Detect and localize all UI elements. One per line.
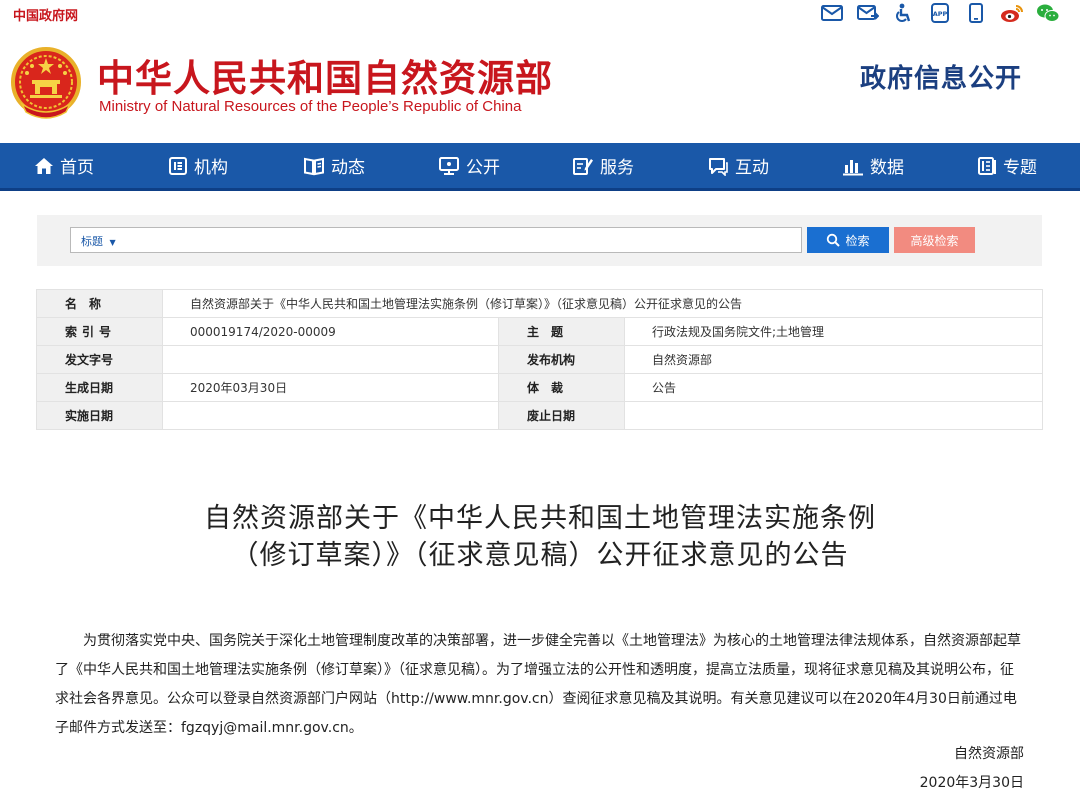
site-header: 中华人民共和国自然资源部 Ministry of Natural Resourc… xyxy=(0,28,1080,142)
app-icon[interactable]: APP xyxy=(928,2,952,24)
chart-icon xyxy=(843,159,863,175)
nav-item-interact[interactable]: 互动 xyxy=(707,143,769,188)
search-input[interactable]: 标题 ▼ xyxy=(70,227,802,253)
article-title: 自然资源部关于《中华人民共和国土地管理法实施条例（修订草案）》（征求意见稿）公开… xyxy=(204,503,876,571)
meta-label-date: 生成日期 xyxy=(36,373,163,402)
topic-icon xyxy=(978,156,996,175)
book-icon xyxy=(304,157,324,175)
meta-label-issuer: 发布机构 xyxy=(498,345,625,374)
search-field-select[interactable]: 标题 ▼ xyxy=(81,233,116,249)
search-field-label: 标题 xyxy=(81,235,103,248)
mail-icon[interactable] xyxy=(820,2,844,24)
mail-send-icon[interactable] xyxy=(856,2,880,24)
nav-item-org[interactable]: 机构 xyxy=(168,143,228,188)
nav-item-label: 公开 xyxy=(466,158,500,178)
advanced-search-label: 高级检索 xyxy=(910,233,959,248)
nav-item-label: 机构 xyxy=(194,158,228,178)
article-body: 为贯彻落实党中央、国务院关于深化土地管理制度改革的决策部署，进一步健全完善以《土… xyxy=(55,633,1021,736)
nav-item-news[interactable]: 动态 xyxy=(303,143,365,188)
org-icon xyxy=(169,156,187,175)
table-row: 索引号 000019174/2020-00009 主 题 行政法规及国务院文件;… xyxy=(36,317,1044,346)
table-row: 实施日期 废止日期 xyxy=(36,401,1044,430)
nav-item-label: 首页 xyxy=(60,158,94,178)
table-row: 名 称 自然资源部关于《中华人民共和国土地管理法实施条例（修订草案）》（征求意见… xyxy=(36,289,1044,318)
search-icon xyxy=(827,233,841,247)
site-title-cn: 中华人民共和国自然资源部 xyxy=(97,57,553,100)
top-bar: 中国政府网 APP xyxy=(0,0,1080,26)
wechat-icon[interactable] xyxy=(1036,2,1060,24)
meta-value-expiry xyxy=(623,401,1044,430)
app-icon-text: APP xyxy=(933,10,948,18)
utility-icons: APP xyxy=(820,2,1060,24)
meta-value-docno xyxy=(162,345,499,374)
table-row: 生成日期 2020年03月30日 体 裁 公告 xyxy=(36,373,1044,402)
nav-item-data[interactable]: 数据 xyxy=(842,143,904,188)
meta-value-topic: 行政法规及国务院文件;土地管理 xyxy=(623,317,1044,346)
meta-label-name: 名 称 xyxy=(36,289,163,318)
gov-portal-link[interactable]: 中国政府网 xyxy=(13,5,78,24)
meta-value-name: 自然资源部关于《中华人民共和国土地管理法实施条例（修订草案）》（征求意见稿）公开… xyxy=(161,289,1044,318)
main-nav: 首页 机构 动态 公开 服务 互动 数据 专题 xyxy=(0,143,1080,191)
meta-value-genre: 公告 xyxy=(623,373,1044,402)
meta-value-date: 2020年03月30日 xyxy=(162,373,499,402)
meta-label-topic: 主 题 xyxy=(498,317,625,346)
nav-item-topic[interactable]: 专题 xyxy=(977,143,1037,188)
nav-item-label: 服务 xyxy=(600,158,634,178)
meta-label-genre: 体 裁 xyxy=(498,373,625,402)
meta-value-index: 000019174/2020-00009 xyxy=(162,317,499,346)
signature-org: 自然资源部 xyxy=(954,746,1024,762)
caret-down-icon: ▼ xyxy=(109,238,116,247)
signature-date: 2020年3月30日 xyxy=(919,775,1024,791)
search-button[interactable]: 检索 xyxy=(807,227,889,253)
national-emblem-icon xyxy=(10,46,82,122)
nav-item-home[interactable]: 首页 xyxy=(34,143,94,188)
meta-value-issuer: 自然资源部 xyxy=(623,345,1044,374)
document-metadata-table: 名 称 自然资源部关于《中华人民共和国土地管理法实施条例（修订草案）》（征求意见… xyxy=(36,289,1044,430)
meta-label-docno: 发文字号 xyxy=(36,345,163,374)
search-bar: 标题 ▼ 检索 高级检索 xyxy=(37,215,1042,266)
nav-item-label: 数据 xyxy=(870,158,904,178)
meta-label-index: 索引号 xyxy=(36,317,163,346)
weibo-icon[interactable] xyxy=(1000,2,1024,24)
site-title-en: Ministry of Natural Resources of the Peo… xyxy=(99,98,522,115)
nav-item-label: 互动 xyxy=(735,158,769,178)
accessibility-icon[interactable] xyxy=(892,2,916,24)
meta-value-effective xyxy=(162,401,499,430)
mobile-icon[interactable] xyxy=(964,2,988,24)
monitor-icon xyxy=(439,156,459,175)
nav-item-service[interactable]: 服务 xyxy=(572,143,634,188)
section-title: 政府信息公开 xyxy=(860,64,1023,94)
meta-label-expiry: 废止日期 xyxy=(498,401,625,430)
table-row: 发文字号 发布机构 自然资源部 xyxy=(36,345,1044,374)
nav-item-public[interactable]: 公开 xyxy=(438,143,500,188)
meta-label-effective: 实施日期 xyxy=(36,401,163,430)
nav-item-label: 动态 xyxy=(331,158,365,178)
edit-icon xyxy=(573,157,593,175)
search-button-label: 检索 xyxy=(845,233,870,248)
home-icon xyxy=(35,157,53,174)
chat-icon xyxy=(709,157,728,176)
nav-item-label: 专题 xyxy=(1003,158,1037,178)
advanced-search-button[interactable]: 高级检索 xyxy=(894,227,975,253)
